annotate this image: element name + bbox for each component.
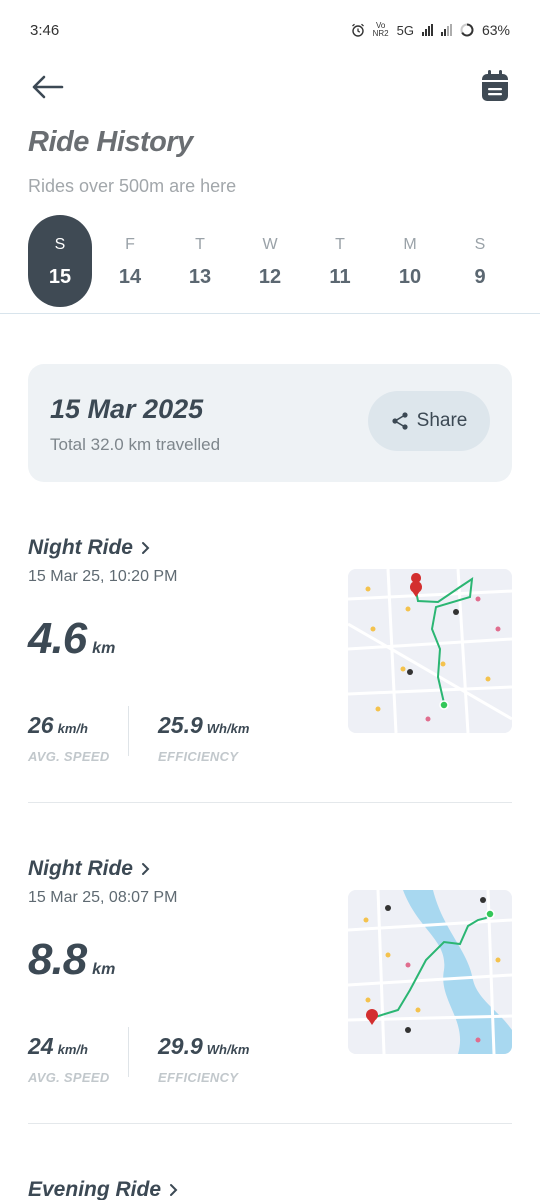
day-item-mon-10[interactable]: M 10 (378, 215, 442, 307)
day-label: M (403, 236, 417, 253)
distance-unit: km (92, 961, 116, 978)
ride-card[interactable]: Night Ride 15 Mar 25, 10:20 PM 4.6 km 26 k… (28, 536, 512, 776)
distance-unit: km (92, 640, 116, 657)
avg-speed-unit: km/h (57, 721, 88, 736)
day-label: F (125, 236, 135, 253)
ride-title-text: Night Ride (28, 857, 133, 880)
ride-title[interactable]: Night Ride (28, 536, 151, 560)
day-label: T (335, 236, 345, 253)
share-label: Share (416, 410, 468, 431)
efficiency-label: EFFICIENCY (158, 749, 239, 764)
ride-datetime: 15 Mar 25, 10:20 PM (28, 568, 178, 585)
day-item-fri-14[interactable]: F 14 (98, 215, 162, 307)
day-number: 11 (329, 266, 351, 288)
page-title: Ride History (28, 126, 193, 158)
day-item-sat-15[interactable]: S 15 (28, 215, 92, 307)
efficiency-value: 29.9 (158, 1033, 203, 1059)
ride-datetime: 15 Mar 25, 08:07 PM (28, 889, 178, 906)
top-bar (0, 65, 540, 109)
chevron-right-icon (142, 542, 150, 554)
day-selector: S 15 F 14 T 13 W 12 T 11 M 10 S 9 (28, 215, 512, 307)
chevron-right-icon (170, 1184, 178, 1196)
status-icons: Vo NR2 5G 63% (351, 22, 510, 38)
share-button[interactable]: Share (368, 391, 490, 451)
avg-speed-value: 24 (28, 1033, 54, 1059)
route-map-thumbnail[interactable] (348, 569, 512, 733)
ride-title-text: Night Ride (28, 536, 133, 559)
alarm-icon (351, 23, 364, 37)
signal-icon (421, 24, 433, 36)
efficiency-stat: 29.9 Wh/km EFFICIENCY (158, 1033, 249, 1085)
route-map-thumbnail[interactable] (348, 890, 512, 1054)
distance-value: 4.6 (28, 614, 87, 663)
arrow-left-icon (32, 75, 64, 99)
share-icon (392, 412, 408, 430)
header-divider (0, 313, 540, 314)
calendar-icon (482, 70, 508, 101)
avg-speed-value: 26 (28, 712, 54, 738)
day-item-thu-13[interactable]: T 13 (168, 215, 232, 307)
route-map (348, 569, 512, 733)
page-subtitle: Rides over 500m are here (28, 176, 237, 196)
route-map (348, 890, 512, 1054)
avg-speed-unit: km/h (57, 1042, 88, 1057)
day-item-sun-9[interactable]: S 9 (448, 215, 512, 307)
stat-divider (128, 706, 129, 756)
day-number: 15 (48, 266, 72, 288)
efficiency-value: 25.9 (158, 712, 203, 738)
day-number: 10 (398, 266, 422, 288)
stat-divider (128, 1027, 129, 1077)
ride-title[interactable]: Evening Ride (28, 1178, 179, 1200)
chevron-right-icon (142, 863, 150, 875)
avg-speed-label: AVG. SPEED (28, 749, 110, 764)
day-number: 9 (474, 266, 486, 288)
back-button[interactable] (30, 71, 66, 103)
day-label: T (195, 236, 205, 253)
volte-indicator: Vo NR2 (372, 21, 389, 38)
battery-level: 63% (481, 22, 510, 38)
calendar-button[interactable] (480, 69, 510, 103)
ride-title[interactable]: Night Ride (28, 857, 151, 881)
day-label: S (474, 236, 486, 253)
ride-distance: 4.6 km (28, 614, 115, 664)
network-type: 5G (396, 22, 414, 38)
day-label: W (262, 236, 278, 253)
ride-distance: 8.8 km (28, 935, 115, 985)
avg-speed-label: AVG. SPEED (28, 1070, 110, 1085)
efficiency-unit: Wh/km (206, 721, 250, 736)
day-item-wed-12[interactable]: W 12 (238, 215, 302, 307)
day-number: 14 (118, 266, 142, 288)
ride-divider (28, 1123, 512, 1124)
summary-date: 15 Mar 2025 (50, 394, 204, 424)
status-time: 3:46 (30, 22, 60, 39)
day-number: 13 (188, 266, 212, 288)
efficiency-label: EFFICIENCY (158, 1070, 239, 1085)
ride-divider (28, 802, 512, 803)
distance-value: 8.8 (28, 935, 87, 984)
ride-title-text: Evening Ride (28, 1178, 162, 1200)
day-number: 12 (258, 266, 282, 288)
efficiency-stat: 25.9 Wh/km EFFICIENCY (158, 712, 249, 764)
efficiency-unit: Wh/km (206, 1042, 250, 1057)
day-label: S (54, 236, 66, 253)
signal-icon-2 (440, 24, 452, 36)
avg-speed-stat: 26 km/h AVG. SPEED (28, 712, 110, 764)
ride-card[interactable]: Night Ride 15 Mar 25, 08:07 PM 8.8 km 24 k… (28, 857, 512, 1097)
avg-speed-stat: 24 km/h AVG. SPEED (28, 1033, 110, 1085)
day-item-tue-11[interactable]: T 11 (308, 215, 372, 307)
battery-icon (460, 23, 474, 37)
status-bar: 3:46 Vo NR2 5G 63% (0, 0, 540, 60)
day-summary-card: 15 Mar 2025 Total 32.0 km travelled Shar… (28, 364, 512, 482)
ride-card[interactable]: Evening Ride (28, 1178, 512, 1200)
summary-total-distance: Total 32.0 km travelled (50, 435, 221, 454)
